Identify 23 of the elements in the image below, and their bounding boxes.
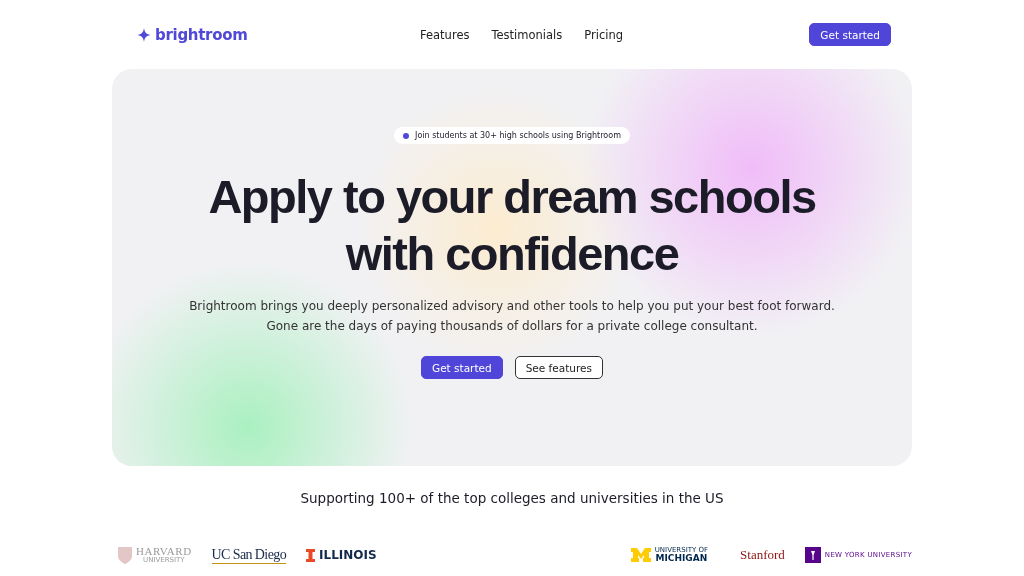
- block-i-icon: [306, 548, 316, 562]
- see-features-button[interactable]: See features: [514, 356, 603, 379]
- hero-title: Apply to your dream schools: [208, 169, 816, 225]
- hero-subtitle: Brightroom brings you deeply personalized advisory and other tools to help you put your best foot forward. Gone are the days of paying thousands of dollars for a private college consultant.: [188, 298, 836, 335]
- block-m-icon: [630, 548, 651, 562]
- logo-text: HARVARD: [136, 546, 192, 557]
- badge-text: Join students at 30+ high schools using Brightroom: [415, 131, 621, 140]
- nav-link[interactable]: Features: [420, 27, 470, 42]
- shield-icon: [118, 546, 132, 564]
- sparkle-icon: [137, 27, 151, 42]
- get-started-button[interactable]: Get started: [809, 23, 891, 46]
- torch-icon: [804, 547, 821, 563]
- hero-title: with confidence: [345, 226, 679, 282]
- dot-icon: [403, 132, 410, 139]
- nav-link[interactable]: Testimonials: [491, 27, 563, 42]
- logo-text: Stanford: [740, 547, 785, 563]
- nav-link[interactable]: Pricing: [584, 27, 623, 42]
- logo-text: ILLINOIS: [319, 548, 377, 562]
- brand-name[interactable]: brightroom: [155, 25, 248, 44]
- schools-heading: Supporting 100+ of the top colleges and universities in the US: [299, 490, 725, 506]
- get-started-button[interactable]: Get started: [421, 356, 503, 379]
- logo-text: MICHIGAN: [655, 554, 708, 563]
- logo-text: UC San Diego: [211, 546, 287, 564]
